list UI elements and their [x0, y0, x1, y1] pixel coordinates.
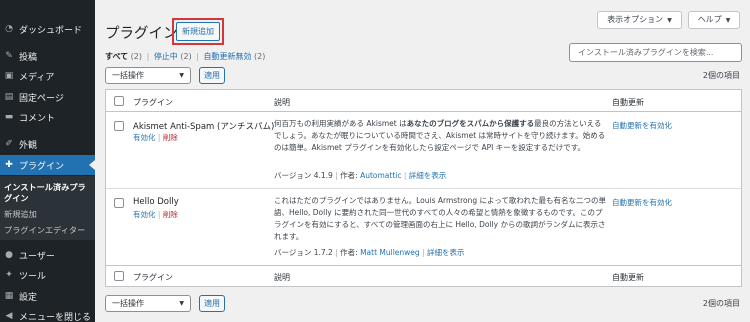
plugin-status-filters: すべて (2) | 停止中 (2) | 自動更新無効 (2): [105, 52, 266, 61]
plugin-search-input[interactable]: インストール済みプラグインを検索...: [569, 43, 742, 62]
sidebar-item-pages[interactable]: ▤ 固定ページ: [0, 87, 95, 107]
enable-auto-update-link[interactable]: 自動更新を有効化: [612, 197, 672, 208]
delete-link[interactable]: 削除: [163, 210, 178, 219]
pin-icon: ✎: [5, 51, 13, 61]
submenu-installed-plugins[interactable]: インストール済みプラグイン: [4, 182, 92, 204]
column-plugin-footer[interactable]: プラグイン: [133, 272, 173, 283]
row-actions: 有効化 | 削除: [133, 210, 178, 219]
plugin-name: Hello Dolly: [133, 197, 179, 207]
row-checkbox[interactable]: [114, 121, 124, 131]
caret-down-icon: ▼: [725, 17, 731, 24]
view-details-link[interactable]: 詳細を表示: [409, 171, 447, 180]
comment-icon: ▬: [4, 112, 14, 122]
author-link[interactable]: Matt Mullenweg: [360, 248, 420, 257]
sidebar-item-tools[interactable]: ✦ ツール: [0, 265, 95, 285]
sidebar-item-users[interactable]: ● ユーザー: [0, 245, 95, 265]
divider: [106, 265, 741, 266]
media-icon: ▣: [4, 71, 14, 81]
apply-button-bottom[interactable]: 適用: [199, 295, 225, 312]
column-description-footer: 説明: [274, 273, 290, 282]
row-checkbox[interactable]: [114, 198, 124, 208]
plugin-description: これはただのプラグインではありません。Louis Armstrong によって歌…: [274, 196, 607, 241]
screen-options-button[interactable]: 表示オプション ▼: [597, 11, 682, 29]
caret-down-icon: ▼: [667, 17, 672, 24]
page-icon: ▤: [4, 92, 14, 102]
settings-icon: ▦: [4, 291, 14, 301]
add-new-button[interactable]: 新規追加: [176, 22, 220, 41]
column-auto-update: 自動更新: [612, 98, 644, 107]
items-count-bottom: 2個の項目: [702, 299, 740, 308]
bulk-action-select-bottom[interactable]: 一括操作 ▼: [105, 295, 191, 312]
plugin-description: 何百万もの利用実績がある Akismet はあなたのブログをスパムから保護する最…: [274, 119, 606, 152]
enable-auto-update-link[interactable]: 自動更新を有効化: [612, 120, 672, 131]
select-all-checkbox-footer[interactable]: [114, 271, 124, 281]
plugin-meta: バージョン 1.7.2 | 作者: Matt Mullenweg | 詳細を表示: [274, 248, 465, 257]
author-link[interactable]: Automattic: [360, 171, 401, 180]
plugin-icon: ✚: [5, 160, 13, 170]
filter-all[interactable]: すべて: [105, 52, 128, 61]
plugin-name: Akismet Anti-Spam (アンチスパム): [133, 122, 275, 132]
submenu-plugin-editor[interactable]: プラグインエディター: [4, 225, 92, 236]
submenu-add-new[interactable]: 新規追加: [4, 209, 92, 220]
chevron-down-icon: ▼: [179, 300, 184, 307]
select-all-checkbox[interactable]: [114, 96, 124, 106]
delete-link[interactable]: 削除: [163, 133, 178, 142]
sidebar-item-settings[interactable]: ▦ 設定: [0, 286, 95, 306]
plugin-meta: バージョン 4.1.9 | 作者: Automattic | 詳細を表示: [274, 171, 447, 180]
sidebar-item-media[interactable]: ▣ メディア: [0, 66, 95, 86]
bulk-action-select-top[interactable]: 一括操作 ▼: [105, 67, 191, 84]
sidebar-item-comments[interactable]: ▬ コメント: [0, 107, 95, 127]
main-content: 表示オプション ▼ ヘルプ ▼ プラグイン 新規追加 すべて (2) | 停止中 (…: [95, 0, 750, 322]
view-details-link[interactable]: 詳細を表示: [427, 248, 465, 257]
column-plugin[interactable]: プラグイン: [133, 97, 173, 108]
collapse-icon: ◀: [5, 311, 13, 321]
user-icon: ●: [5, 250, 13, 260]
items-count-top: 2個の項目: [702, 71, 740, 80]
chevron-down-icon: ▼: [179, 72, 184, 79]
plugins-table: プラグイン 説明 自動更新 Akismet Anti-Spam (アンチスパム)…: [105, 89, 742, 287]
filter-auto-update-disabled[interactable]: 自動更新無効: [204, 52, 252, 61]
dashboard-icon: ◔: [5, 24, 13, 34]
row-actions: 有効化 | 削除: [133, 133, 178, 142]
activate-link[interactable]: 有効化: [133, 210, 156, 219]
help-button[interactable]: ヘルプ ▼: [688, 11, 740, 29]
column-description: 説明: [274, 98, 290, 107]
page-title: プラグイン: [105, 26, 178, 42]
sidebar-item-plugins[interactable]: ✚ プラグイン: [0, 155, 95, 175]
sidebar-item-appearance[interactable]: ✐ 外観: [0, 134, 95, 154]
activate-link[interactable]: 有効化: [133, 133, 156, 142]
plugins-submenu: インストール済みプラグイン 新規追加 プラグインエディター: [0, 176, 95, 240]
column-auto-update-footer: 自動更新: [612, 273, 644, 282]
divider: [106, 188, 741, 189]
apply-button-top[interactable]: 適用: [199, 67, 225, 84]
admin-sidebar: ◔ ダッシュボード ✎ 投稿 ▣ メディア ▤ 固定ページ ▬ コメント ✐ 外観 ✚ プラグ…: [0, 0, 95, 322]
appearance-icon: ✐: [5, 139, 13, 149]
sidebar-item-dashboard[interactable]: ◔ ダッシュボード: [0, 19, 95, 39]
divider: [106, 111, 741, 112]
filter-inactive[interactable]: 停止中: [154, 52, 178, 61]
sidebar-item-posts[interactable]: ✎ 投稿: [0, 46, 95, 66]
sidebar-collapse-menu[interactable]: ◀ メニューを閉じる: [0, 306, 95, 322]
tool-icon: ✦: [5, 270, 13, 280]
